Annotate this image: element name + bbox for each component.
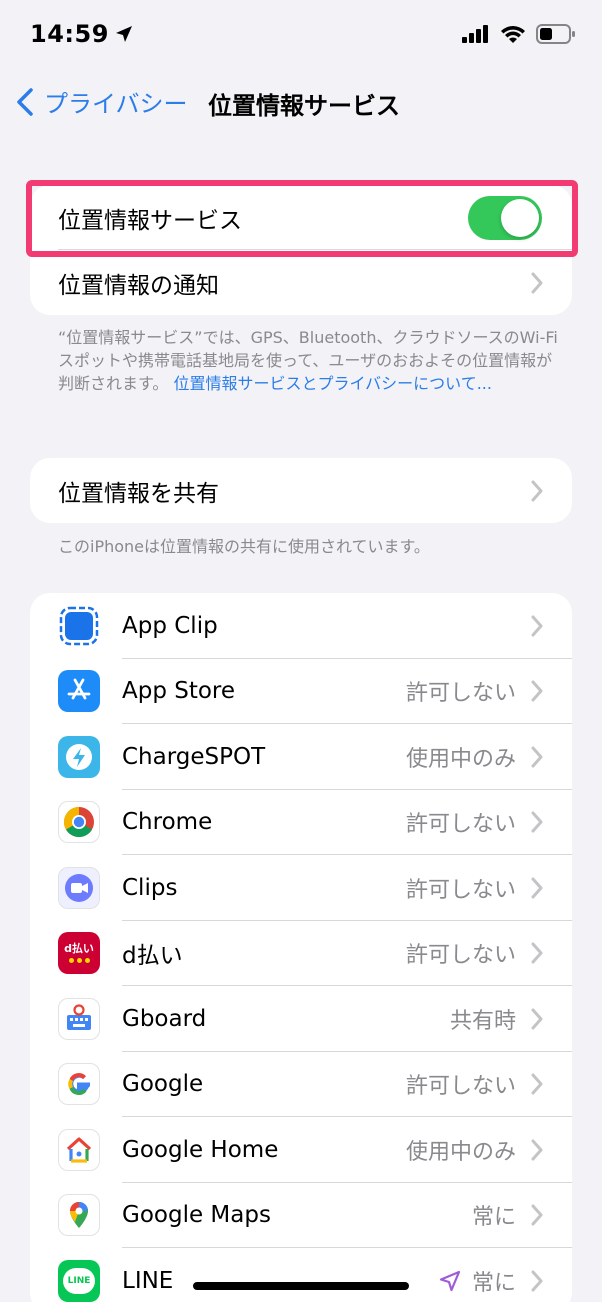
app-name: ChargeSPOT: [122, 743, 266, 770]
app-row-google[interactable]: Google 許可しない: [30, 1052, 572, 1117]
gboard-icon: [58, 997, 100, 1040]
app-permission: 許可しない: [405, 877, 516, 903]
app-permission: 常に: [471, 1205, 516, 1231]
back-button[interactable]: プライバシー: [16, 84, 188, 119]
app-permission: 許可しない: [405, 943, 516, 969]
apps-group: App Clip App Store 許可しない ChargeSPOT 使用中の…: [30, 593, 572, 1302]
d-barai-icon: d払い: [58, 932, 100, 975]
app-row-app-store[interactable]: App Store 許可しない: [30, 659, 572, 724]
google-maps-icon: [58, 1194, 100, 1237]
app-name: Clips: [122, 874, 178, 901]
chevron-right-icon: [531, 1073, 543, 1095]
home-indicator: [193, 1282, 409, 1290]
clips-icon: [58, 866, 100, 909]
chevron-right-icon: [531, 1204, 543, 1226]
chevron-right-icon: [531, 1270, 543, 1292]
status-icons: [462, 24, 576, 44]
app-permission: 許可しない: [405, 812, 516, 838]
app-name: Gboard: [122, 1005, 207, 1032]
toggle-knob: [501, 198, 539, 237]
google-home-icon: [58, 1128, 100, 1171]
status-time: 14:59: [30, 20, 133, 48]
google-icon: [58, 1063, 100, 1106]
app-row-gboard[interactable]: Gboard 共有時: [30, 986, 572, 1052]
location-arrow-icon: [439, 1270, 461, 1291]
chevron-right-icon: [531, 615, 543, 637]
cellular-signal-icon: [462, 25, 488, 43]
app-name: Google Home: [122, 1136, 279, 1163]
app-name: App Clip: [122, 612, 218, 639]
app-name: App Store: [122, 678, 236, 705]
chevron-right-icon: [531, 1139, 543, 1161]
app-permission: 使用中のみ: [405, 746, 516, 772]
app-name: Google: [122, 1071, 204, 1098]
app-permission: 共有時: [449, 1008, 516, 1034]
chevron-left-icon: [17, 87, 33, 116]
chevron-right-icon: [531, 680, 543, 702]
chevron-right-icon: [531, 746, 543, 768]
app-row-app-clip[interactable]: App Clip: [30, 593, 572, 659]
location-alerts-row[interactable]: 位置情報の通知: [30, 250, 572, 315]
chevron-right-icon: [531, 877, 543, 899]
chrome-icon: [58, 801, 100, 844]
app-row-google-home[interactable]: Google Home 使用中のみ: [30, 1117, 572, 1183]
location-alerts-label: 位置情報の通知: [58, 272, 219, 299]
location-services-footnote: “位置情報サービス”では、GPS、Bluetooth、クラウドソースのWi-Fi…: [58, 326, 558, 395]
app-row-chargespot[interactable]: ChargeSPOT 使用中のみ: [30, 724, 572, 790]
app-permission-with-indicator: 常に: [438, 1265, 516, 1297]
app-name: LINE: [122, 1267, 174, 1294]
app-name: Google Maps: [122, 1202, 271, 1229]
battery-icon: [536, 24, 575, 44]
app-name: Chrome: [122, 809, 213, 836]
share-location-label: 位置情報を共有: [58, 480, 219, 507]
privacy-link[interactable]: 位置情報サービスとプライバシーについて...: [174, 374, 492, 393]
location-services-toggle[interactable]: [468, 195, 542, 240]
navigation-bar: プライバシー 位置情報サービス: [0, 80, 602, 124]
chevron-right-icon: [531, 1008, 543, 1030]
app-row-clips[interactable]: Clips 許可しない: [30, 855, 572, 921]
app-permission: 使用中のみ: [405, 1139, 516, 1165]
app-permission: 許可しない: [405, 1074, 516, 1100]
line-icon-bubble: LINE: [63, 1267, 95, 1294]
app-clip-icon: [58, 605, 100, 647]
share-location-footnote: このiPhoneは位置情報の共有に使用されています。: [58, 537, 430, 556]
share-location-row[interactable]: 位置情報を共有: [30, 458, 572, 523]
app-name: d払い: [122, 943, 183, 970]
location-services-group: 位置情報サービス 位置情報の通知: [30, 185, 572, 315]
chevron-right-icon: [531, 272, 543, 293]
back-label: プライバシー: [44, 90, 188, 118]
wifi-icon: [501, 26, 525, 43]
page-title: 位置情報サービス: [208, 92, 400, 120]
status-time-text: 14:59: [30, 20, 109, 48]
line-icon: LINE: [58, 1259, 100, 1302]
d-barai-icon-label: d払い: [64, 942, 94, 956]
chevron-right-icon: [531, 942, 543, 964]
chevron-right-icon: [531, 811, 543, 833]
line-icon-label: LINE: [67, 1275, 91, 1286]
app-row-d-barai[interactable]: d払い d払い 許可しない: [30, 921, 572, 986]
chevron-right-icon: [531, 480, 543, 501]
location-services-row: 位置情報サービス: [30, 185, 572, 250]
chargespot-icon: [58, 735, 100, 778]
app-row-google-maps[interactable]: Google Maps 常に: [30, 1183, 572, 1248]
d-barai-dots: [68, 958, 90, 964]
app-permission: 常に: [471, 1270, 516, 1296]
share-location-group: 位置情報を共有: [30, 458, 572, 523]
app-store-icon: [58, 670, 100, 713]
app-row-line[interactable]: LINE LINE 常に: [30, 1248, 572, 1302]
app-row-chrome[interactable]: Chrome 許可しない: [30, 790, 572, 855]
status-bar: 14:59: [0, 0, 602, 70]
app-permission: 許可しない: [405, 681, 516, 707]
location-arrow-icon: [115, 26, 132, 42]
